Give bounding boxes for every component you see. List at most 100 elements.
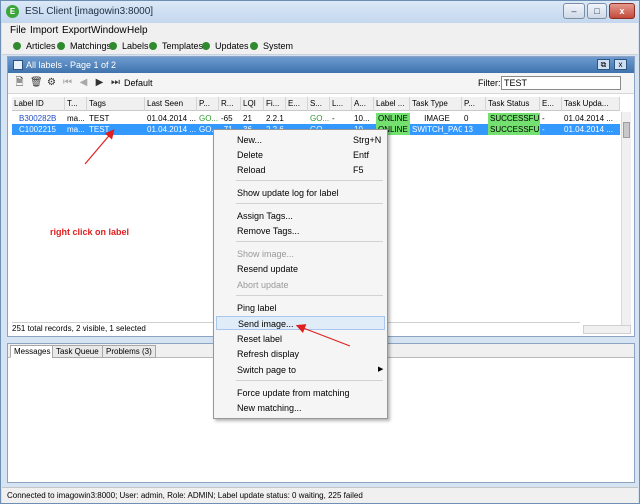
window-title: ESL Client [imagowin3:8000] bbox=[25, 6, 154, 17]
table-row[interactable]: B300282B ma... TEST 01.04.2014 ... GO...… bbox=[12, 113, 620, 124]
delete-icon[interactable]: 🗑 bbox=[30, 77, 43, 88]
menu-send-image[interactable]: Send image... bbox=[216, 316, 385, 330]
menu-separator bbox=[236, 180, 383, 181]
nav-dot-icon bbox=[13, 42, 21, 50]
col-s[interactable]: S... bbox=[308, 97, 330, 111]
menu-show-update-log[interactable]: Show update log for label bbox=[216, 186, 385, 200]
cell-task-status: SUCCESSFUL bbox=[488, 124, 540, 135]
nav-matchings-label: Matchings bbox=[70, 41, 112, 51]
menu-new-label: New... bbox=[237, 135, 263, 145]
scroll-thumb[interactable] bbox=[623, 122, 630, 138]
panel-restore-button[interactable]: ⧉ bbox=[597, 59, 610, 70]
menu-show-image[interactable]: Show image... bbox=[216, 247, 385, 261]
col-priority[interactable]: P... bbox=[462, 97, 486, 111]
nav-dot-icon bbox=[109, 42, 117, 50]
maximize-button[interactable]: □ bbox=[587, 3, 607, 19]
submenu-arrow-icon: ▶ bbox=[378, 366, 384, 373]
nav-updates[interactable]: Updates bbox=[202, 41, 249, 51]
menu-resend-update[interactable]: Resend update bbox=[216, 262, 385, 276]
col-task-update[interactable]: Task Upda... bbox=[562, 97, 620, 111]
menu-bar: File Import Export Window Help bbox=[2, 23, 638, 38]
filter-input[interactable] bbox=[501, 76, 621, 90]
nav-dot-icon bbox=[57, 42, 65, 50]
col-label-status[interactable]: Label ... bbox=[374, 97, 410, 111]
context-menu: New... Strg+N Delete Entf Reload F5 Show up… bbox=[213, 129, 388, 419]
prev-page-icon[interactable]: ◀ bbox=[78, 77, 89, 88]
vertical-scrollbar[interactable] bbox=[621, 112, 631, 326]
menu-separator bbox=[236, 241, 383, 242]
menu-force-update[interactable]: Force update from matching bbox=[216, 386, 385, 400]
col-r[interactable]: R... bbox=[219, 97, 241, 111]
panel-title: All labels - Page 1 of 2 bbox=[26, 60, 117, 70]
col-task-status[interactable]: Task Status bbox=[486, 97, 540, 111]
menu-remove-tags[interactable]: Remove Tags... bbox=[216, 224, 385, 238]
menu-delete[interactable]: Delete Entf bbox=[216, 148, 385, 162]
menu-assign-tags[interactable]: Assign Tags... bbox=[216, 209, 385, 223]
cell-tags: TEST bbox=[89, 125, 110, 134]
menu-delete-label: Delete bbox=[237, 150, 264, 160]
minimize-button[interactable]: – bbox=[563, 3, 585, 19]
export-icon[interactable]: 🗎 bbox=[14, 77, 25, 88]
right-click-annotation: right click on label bbox=[50, 227, 130, 237]
nav-templates[interactable]: Templates bbox=[149, 41, 203, 51]
menu-reload[interactable]: Reload F5 bbox=[216, 163, 385, 177]
menu-new-matching[interactable]: New matching... bbox=[216, 401, 385, 415]
menu-window[interactable]: Window bbox=[91, 25, 127, 36]
first-page-icon[interactable]: ⏮ bbox=[62, 77, 73, 88]
close-button[interactable]: x bbox=[609, 3, 635, 19]
horizontal-scrollbar[interactable] bbox=[583, 325, 631, 334]
nav-matchings[interactable]: Matchings bbox=[57, 41, 111, 51]
menu-reset-label[interactable]: Reset label bbox=[216, 332, 385, 346]
records-status: 251 total records, 2 visible, 1 selected bbox=[12, 324, 146, 333]
cell-type: ma... bbox=[67, 125, 85, 134]
col-e[interactable]: E... bbox=[286, 97, 308, 111]
col-last-seen[interactable]: Last Seen bbox=[145, 97, 197, 111]
menu-export[interactable]: Export bbox=[62, 25, 91, 36]
last-page-icon[interactable]: ⏭ bbox=[110, 77, 121, 88]
menu-separator bbox=[236, 380, 383, 381]
view-default-label[interactable]: Default bbox=[124, 78, 153, 88]
cell-label-id: C1002215 bbox=[19, 125, 56, 134]
next-page-icon[interactable]: ▶ bbox=[94, 77, 105, 88]
col-tags[interactable]: Tags bbox=[87, 97, 145, 111]
cell-s: GO... bbox=[310, 114, 330, 123]
menu-separator bbox=[236, 203, 383, 204]
settings-icon[interactable]: ⚙ bbox=[46, 77, 57, 88]
col-type[interactable]: T... bbox=[65, 97, 87, 111]
col-p[interactable]: P... bbox=[197, 97, 219, 111]
tab-messages[interactable]: Messages bbox=[10, 345, 55, 358]
cell-e bbox=[286, 113, 308, 124]
menu-switch-page[interactable]: Switch page to ▶ bbox=[216, 363, 385, 377]
col-firmware[interactable]: Fi... bbox=[264, 97, 286, 111]
menu-reload-label: Reload bbox=[237, 165, 266, 175]
menu-abort-update[interactable]: Abort update bbox=[216, 278, 385, 292]
panel-close-button[interactable]: x bbox=[614, 59, 627, 70]
title-bar: E ESL Client [imagowin3:8000] – □ x bbox=[1, 1, 639, 23]
nav-labels[interactable]: Labels bbox=[109, 41, 149, 51]
menu-help[interactable]: Help bbox=[127, 25, 148, 36]
tab-task-queue[interactable]: Task Queue bbox=[52, 345, 103, 358]
col-l[interactable]: L... bbox=[330, 97, 352, 111]
nav-dot-icon bbox=[149, 42, 157, 50]
col-error[interactable]: E... bbox=[540, 97, 562, 111]
nav-articles[interactable]: Articles bbox=[13, 41, 56, 51]
menu-import[interactable]: Import bbox=[30, 25, 58, 36]
cell-label-id: B300282B bbox=[19, 114, 57, 123]
cell-error: - bbox=[542, 114, 545, 123]
col-lqi[interactable]: LQI bbox=[241, 97, 264, 111]
menu-refresh-display[interactable]: Refresh display bbox=[216, 347, 385, 361]
menu-file[interactable]: File bbox=[10, 25, 26, 36]
tab-problems[interactable]: Problems (3) bbox=[102, 345, 156, 358]
menu-new[interactable]: New... Strg+N bbox=[216, 133, 385, 147]
menu-ping-label[interactable]: Ping label bbox=[216, 301, 385, 315]
col-label-id[interactable]: Label ID bbox=[12, 97, 65, 111]
col-task-type[interactable]: Task Type bbox=[410, 97, 462, 111]
cell-priority: 0 bbox=[464, 114, 469, 123]
col-a[interactable]: A... bbox=[352, 97, 374, 111]
cell-task-update: 01.04.2014 ... bbox=[564, 114, 613, 123]
table-icon bbox=[13, 60, 23, 70]
menu-separator bbox=[236, 295, 383, 296]
nav-system[interactable]: System bbox=[250, 41, 293, 51]
menu-delete-shortcut: Entf bbox=[353, 150, 370, 160]
cell-task-type: SWITCH_PAGE bbox=[412, 125, 462, 134]
